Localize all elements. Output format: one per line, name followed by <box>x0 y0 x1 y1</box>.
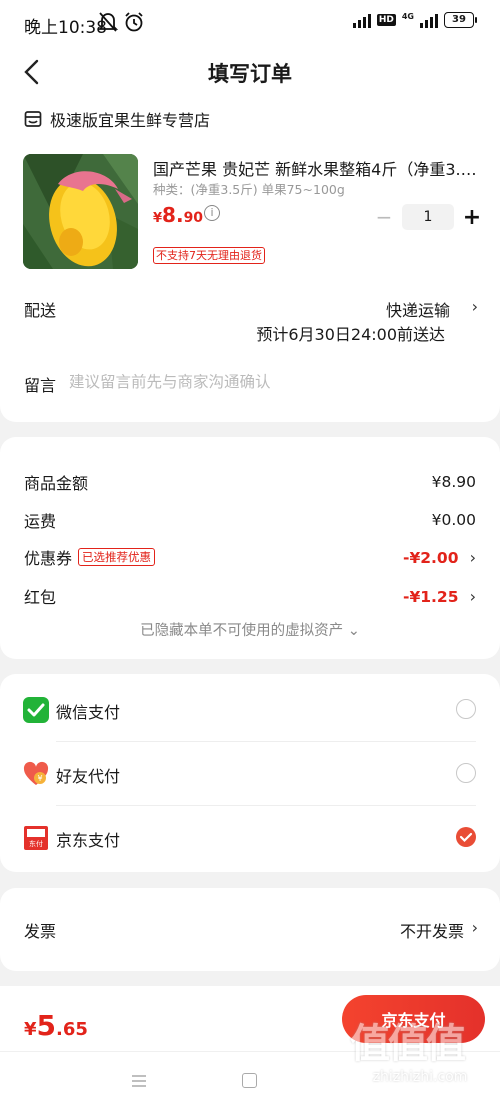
plus-icon[interactable]: + <box>460 205 484 230</box>
home-icon[interactable] <box>242 1073 257 1088</box>
check-icon <box>459 832 473 843</box>
price-int: 8. <box>162 203 184 227</box>
coupon-left: 优惠券 已选推荐优惠 <box>24 545 156 569</box>
watermark-site: zhizhizhi.com <box>372 1069 468 1085</box>
chevron-right-icon: › <box>471 918 478 937</box>
coupon-label: 优惠券 <box>24 549 73 568</box>
page-header: 填写订单 <box>0 48 500 100</box>
watermark-logo: 值值值 <box>350 1021 466 1067</box>
quantity-field[interactable]: 1 <box>402 204 454 230</box>
product-image[interactable] <box>23 154 138 269</box>
invoice-label: 发票 <box>24 922 57 941</box>
redpacket-row[interactable]: 红包 -¥1.25 › <box>24 584 476 608</box>
alarm-icon <box>125 12 143 32</box>
menu-icon[interactable] <box>131 1073 147 1092</box>
payment-card: 微信支付 ¥ 好友代付 东付 京东支付 <box>0 674 500 872</box>
amounts-card: 商品金额 ¥8.90 运费 ¥0.00 优惠券 已选推荐优惠 -¥2.00 › … <box>0 437 500 659</box>
store-name: 极速版宜果生鲜专营店 <box>50 111 211 130</box>
mango-image <box>23 154 138 269</box>
hidden-assets-toggle[interactable]: 已隐藏本单不可使用的虚拟资产 ⌄ <box>0 619 500 640</box>
pay-option-friend[interactable]: ¥ 好友代付 <box>0 741 500 805</box>
store-icon <box>24 111 42 127</box>
product-spec[interactable]: 种类：(净重3.5斤) 单果75~100g <box>153 179 345 198</box>
coupon-right: -¥2.00 › <box>403 548 476 567</box>
friend-pay-heart-icon: ¥ <box>23 761 49 785</box>
status-time: 晚上10:38 <box>24 18 107 38</box>
hd-icon: HD <box>376 14 396 26</box>
radio-unchecked-icon[interactable] <box>456 763 476 783</box>
network-type: 4G <box>401 11 414 21</box>
goods-amount-value: ¥8.90 <box>431 473 476 491</box>
coupon-value: -¥2.00 <box>403 548 459 567</box>
coupon-tag: 已选推荐优惠 <box>78 548 156 566</box>
pay-option-label: 好友代付 <box>56 767 121 786</box>
signal-icon-2 <box>420 12 438 28</box>
product-name[interactable]: 国产芒果 贵妃芒 新鲜水果整箱4斤（净重3.5斤） <box>153 156 478 180</box>
page-title: 填写订单 <box>208 62 292 86</box>
info-icon[interactable]: i <box>204 205 220 221</box>
no-return-badge: 不支持7天无理由退货 <box>153 247 265 264</box>
product-price: ¥8.90 <box>153 203 203 227</box>
freight-label: 运费 <box>24 512 57 531</box>
invoice-value: 不开发票 <box>399 922 464 941</box>
goods-amount-label: 商品金额 <box>24 474 89 493</box>
svg-text:¥: ¥ <box>37 774 42 783</box>
goods-amount-row: 商品金额 ¥8.90 <box>24 470 476 494</box>
quantity-stepper: − 1 + <box>372 204 484 230</box>
redpacket-label: 红包 <box>24 588 57 607</box>
jd-pay-icon: 东付 <box>24 826 48 850</box>
total-dec: .65 <box>56 1019 88 1040</box>
freight-value: ¥0.00 <box>431 511 476 529</box>
pay-option-wechat[interactable]: 微信支付 <box>0 677 500 741</box>
pay-option-label: 京东支付 <box>56 831 121 850</box>
shipping-method[interactable]: 快递运输 <box>386 297 450 321</box>
status-bar: 晚上10:38 HD 4G 39 <box>0 0 500 48</box>
invoice-card[interactable]: 发票 不开发票 › <box>0 888 500 971</box>
freight-row: 运费 ¥0.00 <box>24 508 476 532</box>
price-dec: 90 <box>183 210 204 226</box>
battery-icon: 39 <box>444 12 477 28</box>
pay-option-jd[interactable]: 东付 京东支付 <box>0 805 500 869</box>
order-item-card: 极速版宜果生鲜专营店 国产芒果 贵妃芒 新鲜水果整箱4斤（净重3.5斤） 种类：… <box>0 100 500 422</box>
total-price: ¥5.65 <box>24 1009 88 1042</box>
price-symbol: ¥ <box>153 211 163 226</box>
jd-icon-text: 东付 <box>29 839 43 848</box>
redpacket-value: -¥1.25 <box>403 587 459 606</box>
total-symbol: ¥ <box>24 1019 37 1040</box>
status-right: HD 4G 39 <box>352 11 477 28</box>
chevron-right-icon: › <box>469 547 476 567</box>
message-label: 留言 <box>24 376 57 395</box>
checkout-bar: ¥5.65 京东支付 值值值 zhizhizhi.com <box>0 986 500 1111</box>
minus-icon[interactable]: − <box>372 205 396 229</box>
radio-checked-icon[interactable] <box>456 827 476 847</box>
redpacket-right: -¥1.25 › <box>403 587 476 606</box>
status-icons <box>98 11 144 33</box>
wechat-pay-icon <box>23 697 49 723</box>
chevron-right-icon[interactable]: › <box>472 297 478 316</box>
pay-option-label: 微信支付 <box>56 703 121 722</box>
shipping-label: 配送 <box>24 301 57 320</box>
store-header[interactable]: 极速版宜果生鲜专营店 <box>24 107 210 131</box>
mute-bell-icon <box>98 12 118 32</box>
message-input[interactable] <box>69 368 469 396</box>
coupon-row[interactable]: 优惠券 已选推荐优惠 -¥2.00 › <box>24 545 476 569</box>
shipping-eta: 预计6月30日24:00前送达 <box>256 325 445 344</box>
watermark: 值值值 zhizhizhi.com <box>350 1011 490 1096</box>
chevron-right-icon: › <box>469 586 476 606</box>
radio-unchecked-icon[interactable] <box>456 699 476 719</box>
total-int: 5 <box>36 1009 57 1042</box>
signal-icon <box>352 12 371 28</box>
